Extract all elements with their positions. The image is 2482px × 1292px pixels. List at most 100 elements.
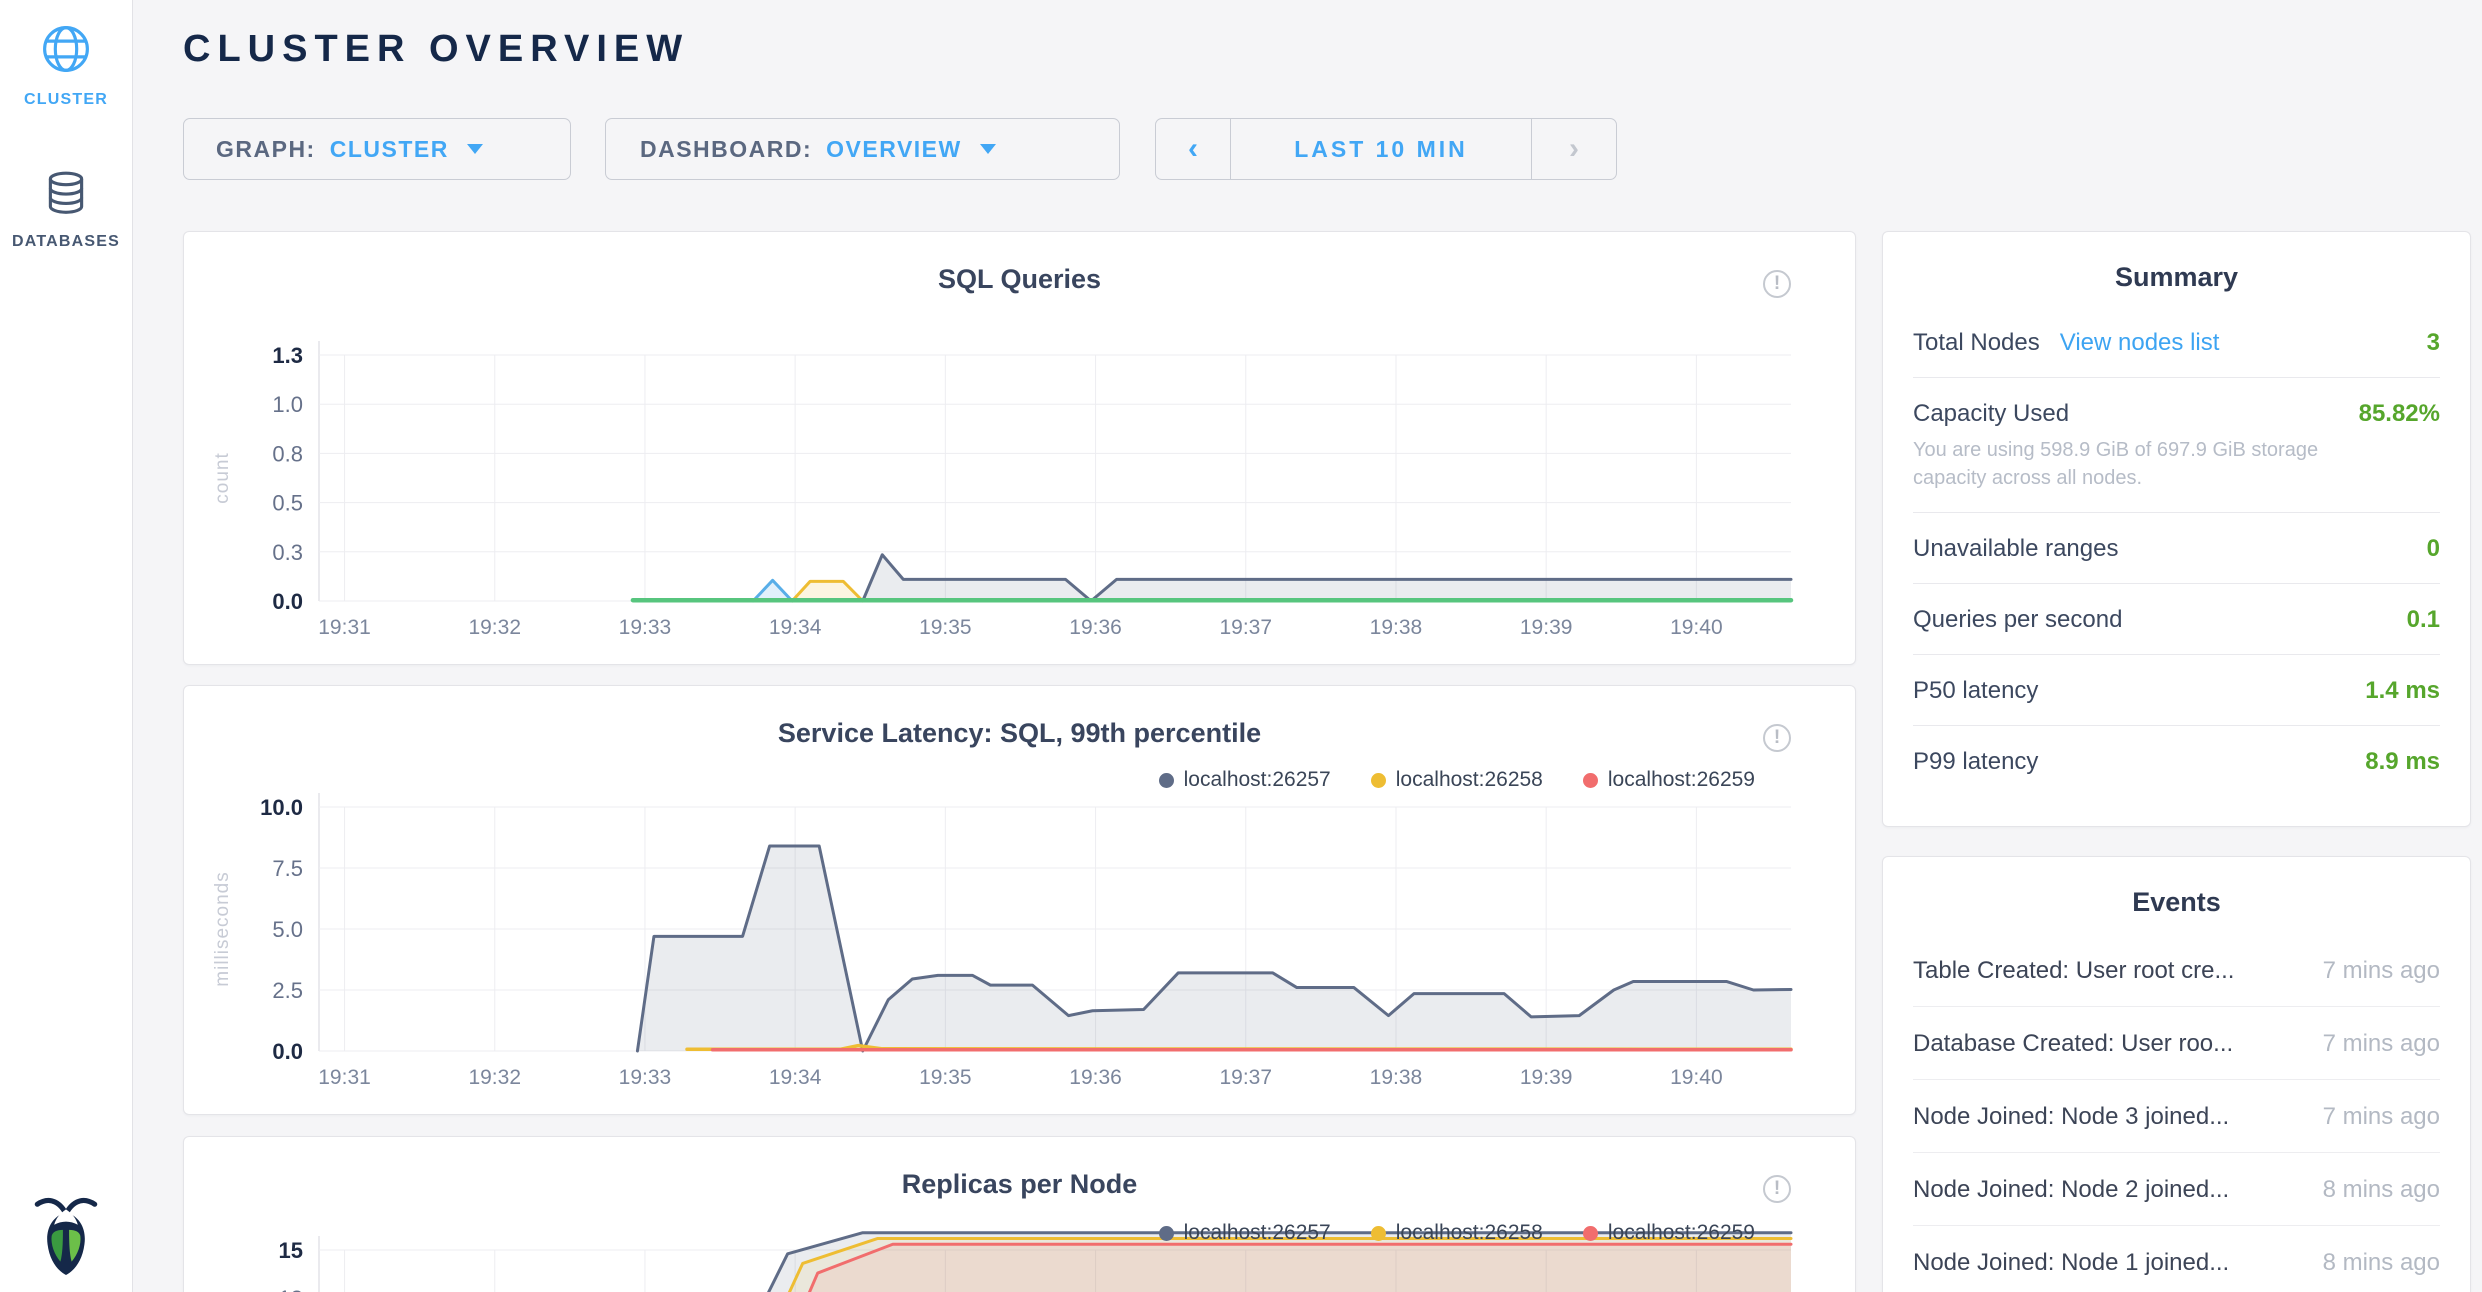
legend-label: localhost:26258	[1396, 768, 1543, 792]
legend-item[interactable]: localhost:26258	[1371, 768, 1543, 792]
summary-value: 0	[2427, 535, 2440, 563]
summary-label: P99 latency	[1913, 748, 2038, 776]
event-time: 7 mins ago	[2305, 1030, 2440, 1058]
summary-value: 0.1	[2407, 606, 2440, 634]
svg-text:19:32: 19:32	[468, 616, 521, 639]
svg-text:15: 15	[279, 1238, 303, 1263]
view-nodes-list-link[interactable]: View nodes list	[2060, 329, 2220, 357]
summary-panel: Summary Total Nodes View nodes list 3 Ca…	[1882, 231, 2471, 827]
legend-item[interactable]: localhost:26258	[1371, 1221, 1543, 1245]
svg-text:0.0: 0.0	[272, 589, 303, 614]
svg-text:count: count	[212, 452, 233, 503]
svg-text:1.0: 1.0	[272, 392, 303, 417]
event-row: Node Joined: Node 1 joined...8 mins ago	[1913, 1226, 2440, 1292]
sidebar-item-databases[interactable]: DATABASES	[0, 168, 132, 251]
legend-item[interactable]: localhost:26257	[1159, 768, 1331, 792]
legend-dot	[1371, 773, 1386, 788]
graph-dropdown-value: CLUSTER	[330, 136, 449, 163]
svg-text:19:33: 19:33	[619, 616, 672, 639]
svg-text:milliseconds: milliseconds	[212, 871, 233, 986]
chevron-right-icon: ›	[1569, 132, 1579, 166]
svg-text:19:40: 19:40	[1670, 1066, 1723, 1089]
svg-text:7.5: 7.5	[272, 856, 303, 881]
dashboard-dropdown-value: OVERVIEW	[826, 136, 962, 163]
summary-row-unavailable-ranges: Unavailable ranges 0	[1913, 513, 2440, 584]
time-range-label[interactable]: LAST 10 MIN	[1231, 119, 1531, 179]
svg-text:1.3: 1.3	[272, 343, 303, 368]
legend-dot	[1159, 1226, 1174, 1241]
svg-text:19:35: 19:35	[919, 616, 972, 639]
svg-text:19:39: 19:39	[1520, 1066, 1573, 1089]
event-time: 8 mins ago	[2305, 1249, 2440, 1277]
replicas-per-node-chart[interactable]: 19:3119:3219:3319:3419:3519:3619:3719:38…	[184, 1137, 1855, 1292]
event-row: Node Joined: Node 2 joined...8 mins ago	[1913, 1153, 2440, 1226]
service-latency-chart[interactable]: 19:3119:3219:3319:3419:3519:3619:3719:38…	[184, 686, 1855, 1114]
time-range-next-button[interactable]: ›	[1531, 119, 1616, 179]
svg-text:19:36: 19:36	[1069, 616, 1122, 639]
summary-value: 3	[2427, 329, 2440, 357]
chart-title: Replicas per Node	[184, 1169, 1855, 1200]
event-time: 8 mins ago	[2305, 1176, 2440, 1204]
legend-item[interactable]: localhost:26257	[1159, 1221, 1331, 1245]
svg-text:13: 13	[279, 1286, 303, 1292]
summary-row-capacity: Capacity Used 85.82% You are using 598.9…	[1913, 378, 2440, 513]
summary-value: 1.4 ms	[2365, 677, 2440, 705]
graph-dropdown[interactable]: GRAPH: CLUSTER	[183, 118, 571, 180]
summary-label: Queries per second	[1913, 606, 2122, 634]
svg-text:19:36: 19:36	[1069, 1066, 1122, 1089]
sidebar: CLUSTER DATABASES	[0, 0, 133, 1292]
info-icon[interactable]: !	[1763, 270, 1791, 298]
svg-text:19:37: 19:37	[1219, 616, 1272, 639]
page-title: CLUSTER OVERVIEW	[183, 28, 689, 71]
chevron-down-icon	[980, 144, 996, 154]
graph-dropdown-label: GRAPH:	[216, 136, 316, 163]
legend-item[interactable]: localhost:26259	[1583, 768, 1755, 792]
summary-title: Summary	[1913, 262, 2440, 293]
sql-queries-chart[interactable]: 19:3119:3219:3319:3419:3519:3619:3719:38…	[184, 232, 1855, 664]
info-icon[interactable]: !	[1763, 1175, 1791, 1203]
svg-text:19:31: 19:31	[318, 1066, 371, 1089]
events-panel: Events Table Created: User root cre...7 …	[1882, 856, 2471, 1292]
legend-label: localhost:26257	[1184, 768, 1331, 792]
summary-row-total-nodes: Total Nodes View nodes list 3	[1913, 307, 2440, 378]
svg-text:19:39: 19:39	[1520, 616, 1573, 639]
chart-card-sql-queries: 19:3119:3219:3319:3419:3519:3619:3719:38…	[183, 231, 1856, 665]
summary-label: P50 latency	[1913, 677, 2038, 705]
dashboard-dropdown[interactable]: DASHBOARD: OVERVIEW	[605, 118, 1120, 180]
svg-text:19:38: 19:38	[1370, 616, 1423, 639]
event-title: Node Joined: Node 3 joined...	[1913, 1103, 2229, 1131]
chevron-left-icon: ‹	[1188, 132, 1198, 166]
chart-card-service-latency: 19:3119:3219:3319:3419:3519:3619:3719:38…	[183, 685, 1856, 1115]
event-row: Node Joined: Node 3 joined...7 mins ago	[1913, 1080, 2440, 1153]
sidebar-item-label: DATABASES	[12, 233, 120, 251]
event-title: Database Created: User roo...	[1913, 1030, 2233, 1058]
legend-dot	[1583, 1226, 1598, 1241]
svg-text:19:38: 19:38	[1370, 1066, 1423, 1089]
legend-dot	[1371, 1226, 1386, 1241]
event-time: 7 mins ago	[2305, 957, 2440, 985]
svg-text:19:37: 19:37	[1219, 1066, 1272, 1089]
svg-text:19:34: 19:34	[769, 1066, 822, 1089]
chevron-down-icon	[467, 144, 483, 154]
summary-label: Unavailable ranges	[1913, 535, 2118, 563]
time-range-selector: ‹ LAST 10 MIN ›	[1155, 118, 1617, 180]
event-row: Table Created: User root cre... 7 mins ag…	[1913, 934, 2440, 1007]
time-range-prev-button[interactable]: ‹	[1156, 119, 1231, 179]
chart-title: Service Latency: SQL, 99th percentile	[184, 718, 1855, 749]
summary-value: 85.82%	[2359, 400, 2440, 428]
svg-text:5.0: 5.0	[272, 917, 303, 942]
database-icon	[41, 168, 91, 223]
svg-text:2.5: 2.5	[272, 978, 303, 1003]
svg-text:19:40: 19:40	[1670, 616, 1723, 639]
event-title: Table Created: User root cre...	[1913, 957, 2234, 985]
summary-row-p99: P99 latency 8.9 ms	[1913, 726, 2440, 796]
legend-item[interactable]: localhost:26259	[1583, 1221, 1755, 1245]
capacity-note: You are using 598.9 GiB of 697.9 GiB sto…	[1913, 436, 2373, 492]
summary-label: Capacity Used	[1913, 400, 2069, 428]
svg-text:19:31: 19:31	[318, 616, 371, 639]
chart-legend: localhost:26257 localhost:26258 localhost:…	[1159, 768, 1755, 792]
legend-dot	[1159, 773, 1174, 788]
legend-label: localhost:26258	[1396, 1221, 1543, 1245]
sidebar-item-cluster[interactable]: CLUSTER	[0, 22, 132, 109]
info-icon[interactable]: !	[1763, 724, 1791, 752]
